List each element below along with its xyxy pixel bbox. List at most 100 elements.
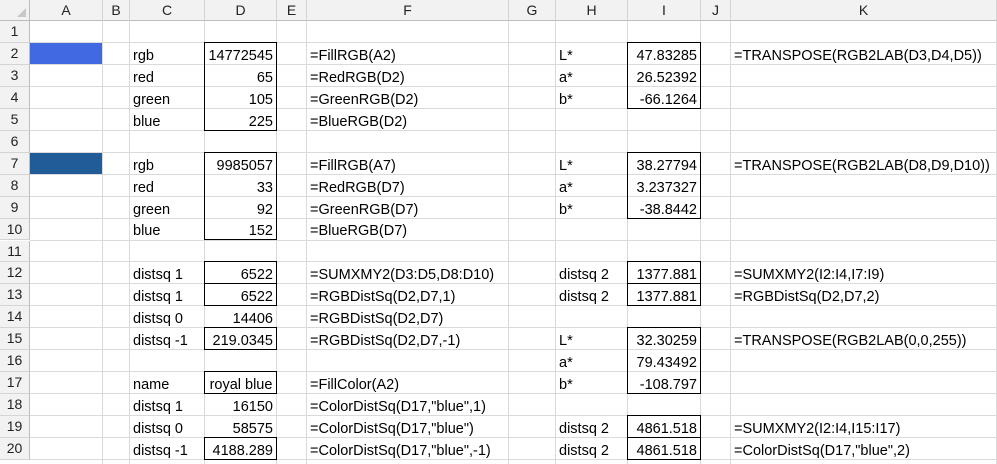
row-header-6[interactable]: 6 — [0, 130, 30, 153]
cell-c15[interactable]: distsq -1 — [130, 328, 205, 350]
cell-c18[interactable]: distsq 1 — [130, 394, 205, 416]
cell-f10[interactable]: =BlueRGB(D7) — [307, 219, 509, 241]
cell-d4[interactable]: 105 — [205, 87, 277, 109]
row-header-15[interactable]: 15 — [0, 328, 30, 351]
cell-c2[interactable]: rgb — [130, 43, 205, 65]
cell-d5[interactable]: 225 — [205, 109, 277, 131]
cell-d13[interactable]: 6522 — [205, 284, 277, 306]
cell-h13[interactable]: distsq 2 — [556, 284, 628, 306]
cell-d18[interactable]: 16150 — [205, 394, 277, 416]
row-header-14[interactable]: 14 — [0, 306, 30, 329]
column-header-d[interactable]: D — [205, 0, 277, 21]
row-header-10[interactable]: 10 — [0, 218, 30, 241]
row-header-12[interactable]: 12 — [0, 262, 30, 285]
cell-c20[interactable]: distsq -1 — [130, 438, 205, 460]
cell-k19[interactable]: =SUMXMY2(I2:I4,I15:I17) — [731, 416, 997, 438]
row-header-18[interactable]: 18 — [0, 394, 30, 417]
cell-c14[interactable]: distsq 0 — [130, 306, 205, 328]
cell-i15[interactable]: 32.30259 — [628, 328, 701, 350]
cell-c8[interactable]: red — [130, 175, 205, 197]
row-header-4[interactable]: 4 — [0, 86, 30, 109]
row-header-9[interactable]: 9 — [0, 196, 30, 219]
row-header-11[interactable]: 11 — [0, 240, 30, 263]
column-header-e[interactable]: E — [277, 0, 307, 21]
cell-c4[interactable]: green — [130, 87, 205, 109]
cell-d7[interactable]: 9985057 — [205, 153, 277, 175]
column-header-g[interactable]: G — [509, 0, 556, 21]
cell-h19[interactable]: distsq 2 — [556, 416, 628, 438]
column-header-k[interactable]: K — [731, 0, 997, 21]
cell-f7[interactable]: =FillRGB(A7) — [307, 153, 509, 175]
cell-k15[interactable]: =TRANSPOSE(RGB2LAB(0,0,255)) — [731, 328, 997, 350]
cell-h9[interactable]: b* — [556, 197, 628, 219]
cell-f2[interactable]: =FillRGB(A2) — [307, 43, 509, 65]
column-header-a[interactable]: A — [30, 0, 103, 21]
cell-i4[interactable]: -66.1264 — [628, 87, 701, 109]
cell-a7-color-fill[interactable] — [30, 152, 102, 174]
cell-d15[interactable]: 219.0345 — [205, 328, 277, 350]
cell-c13[interactable]: distsq 1 — [130, 284, 205, 306]
cell-h3[interactable]: a* — [556, 65, 628, 87]
cell-h17[interactable]: b* — [556, 372, 628, 394]
cell-d10[interactable]: 152 — [205, 219, 277, 241]
select-all-corner[interactable] — [0, 0, 30, 21]
column-header-c[interactable]: C — [130, 0, 205, 21]
cell-d19[interactable]: 58575 — [205, 416, 277, 438]
cell-i16[interactable]: 79.43492 — [628, 350, 701, 372]
cell-c19[interactable]: distsq 0 — [130, 416, 205, 438]
cell-i8[interactable]: 3.237327 — [628, 175, 701, 197]
cell-i13[interactable]: 1377.881 — [628, 284, 701, 306]
cell-d3[interactable]: 65 — [205, 65, 277, 87]
cell-d12[interactable]: 6522 — [205, 262, 277, 284]
column-header-i[interactable]: I — [628, 0, 701, 21]
column-header-b[interactable]: B — [103, 0, 130, 21]
row-header-1[interactable]: 1 — [0, 21, 30, 43]
column-header-h[interactable]: H — [556, 0, 628, 21]
cell-i2[interactable]: 47.83285 — [628, 43, 701, 65]
cell-d8[interactable]: 33 — [205, 175, 277, 197]
cell-c3[interactable]: red — [130, 65, 205, 87]
cell-d2[interactable]: 14772545 — [205, 43, 277, 65]
row-header-19[interactable]: 19 — [0, 416, 30, 439]
cell-f9[interactable]: =GreenRGB(D7) — [307, 197, 509, 219]
row-header-8[interactable]: 8 — [0, 174, 30, 197]
column-header-f[interactable]: F — [307, 0, 509, 21]
cell-f20[interactable]: =ColorDistSq(D17,"blue",-1) — [307, 438, 509, 460]
cell-c10[interactable]: blue — [130, 219, 205, 241]
cell-c7[interactable]: rgb — [130, 153, 205, 175]
cell-k12[interactable]: =SUMXMY2(I2:I4,I7:I9) — [731, 262, 997, 284]
cell-h15[interactable]: L* — [556, 328, 628, 350]
cell-h2[interactable]: L* — [556, 43, 628, 65]
cell-f8[interactable]: =RedRGB(D7) — [307, 175, 509, 197]
cell-f5[interactable]: =BlueRGB(D2) — [307, 109, 509, 131]
cell-f18[interactable]: =ColorDistSq(D17,"blue",1) — [307, 394, 509, 416]
cell-f4[interactable]: =GreenRGB(D2) — [307, 87, 509, 109]
cell-k20[interactable]: =ColorDistSq(D17,"blue",2) — [731, 438, 997, 460]
cell-i17[interactable]: -108.797 — [628, 372, 701, 394]
cell-f13[interactable]: =RGBDistSq(D2,D7,1) — [307, 284, 509, 306]
cell-k13[interactable]: =RGBDistSq(D2,D7,2) — [731, 284, 997, 306]
cell-k2[interactable]: =TRANSPOSE(RGB2LAB(D3,D4,D5)) — [731, 43, 997, 65]
cell-c5[interactable]: blue — [130, 109, 205, 131]
cell-k7[interactable]: =TRANSPOSE(RGB2LAB(D8,D9,D10)) — [731, 153, 997, 175]
cell-i9[interactable]: -38.8442 — [628, 197, 701, 219]
cell-c17[interactable]: name — [130, 372, 205, 394]
row-header-16[interactable]: 16 — [0, 350, 30, 373]
cell-c9[interactable]: green — [130, 197, 205, 219]
cell-i12[interactable]: 1377.881 — [628, 262, 701, 284]
cell-f15[interactable]: =RGBDistSq(D2,D7,-1) — [307, 328, 509, 350]
cell-h7[interactable]: L* — [556, 153, 628, 175]
cell-d9[interactable]: 92 — [205, 197, 277, 219]
cell-h20[interactable]: distsq 2 — [556, 438, 628, 460]
cell-h12[interactable]: distsq 2 — [556, 262, 628, 284]
cell-f14[interactable]: =RGBDistSq(D2,D7) — [307, 306, 509, 328]
cell-i3[interactable]: 26.52392 — [628, 65, 701, 87]
cell-d20[interactable]: 4188.289 — [205, 438, 277, 460]
cell-d14[interactable]: 14406 — [205, 306, 277, 328]
cell-h16[interactable]: a* — [556, 350, 628, 372]
cell-i20[interactable]: 4861.518 — [628, 438, 701, 460]
cell-f17[interactable]: =FillColor(A2) — [307, 372, 509, 394]
cell-d17[interactable]: royal blue — [205, 372, 277, 394]
row-header-7[interactable]: 7 — [0, 152, 30, 175]
cell-i19[interactable]: 4861.518 — [628, 416, 701, 438]
